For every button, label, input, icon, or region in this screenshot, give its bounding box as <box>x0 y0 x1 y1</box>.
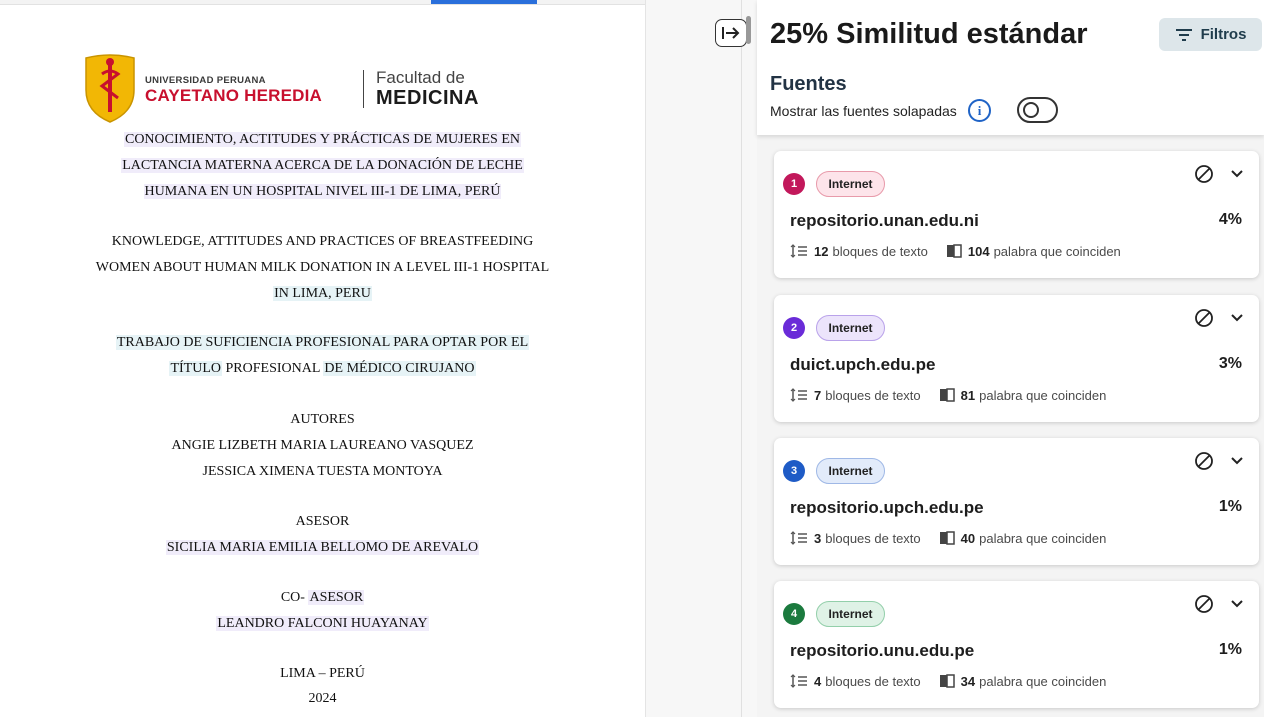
source-percent: 1% <box>1218 498 1242 515</box>
source-percent: 3% <box>1218 355 1242 372</box>
text-blocks-icon <box>790 388 807 402</box>
chevron-down-icon[interactable] <box>1230 167 1244 181</box>
document-viewer[interactable]: UNIVERSIDAD PERUANA CAYETANO HEREDIA Fac… <box>0 0 645 717</box>
panel-header: 25% Similitud estándar Filtros Fuentes M… <box>757 0 1264 135</box>
document-page-indicator <box>431 0 537 4</box>
text-blocks-count: 12 <box>814 243 829 259</box>
matching-words-count: 104 <box>967 243 990 259</box>
faculty-label: Facultad de <box>376 68 465 87</box>
filters-label: Filtros <box>1200 26 1247 43</box>
source-card[interactable]: 2 Internet duict.upch.edu.pe 3% 7 bloque… <box>774 295 1259 422</box>
scrollbar-thumb[interactable] <box>746 16 751 44</box>
matching-words-icon <box>939 674 955 688</box>
source-card[interactable]: 4 Internet repositorio.unu.edu.pe 1% 4 b… <box>774 581 1259 708</box>
text-blocks-icon <box>790 674 807 688</box>
faculty-name: MEDICINA <box>376 87 479 109</box>
matching-words-icon <box>939 388 955 402</box>
authors-label: AUTORES <box>290 412 355 427</box>
year: 2024 <box>308 691 337 706</box>
source-type-badge: Internet <box>816 458 885 484</box>
exclude-source-icon[interactable] <box>1194 451 1214 471</box>
exclude-source-icon[interactable] <box>1194 594 1214 614</box>
text-blocks-label: bloques de texto <box>825 530 921 546</box>
exclude-source-icon[interactable] <box>1194 164 1214 184</box>
document-top-bar <box>0 0 645 5</box>
source-number-badge: 3 <box>783 460 805 482</box>
advisor-name: SICILIA MARIA EMILIA BELLOMO DE AREVALO <box>165 540 480 555</box>
chevron-down-icon[interactable] <box>1230 454 1244 468</box>
chevron-down-icon[interactable] <box>1230 311 1244 325</box>
sources-heading: Fuentes <box>770 73 847 95</box>
text-blocks-label: bloques de texto <box>825 673 921 689</box>
text-blocks-icon <box>790 531 807 545</box>
exclude-source-icon[interactable] <box>1194 308 1214 328</box>
source-domain[interactable]: repositorio.unu.edu.pe <box>790 641 974 661</box>
text-blocks-count: 4 <box>814 673 822 689</box>
title-es-line-1: CONOCIMIENTO, ACTITUDES Y PRÁCTICAS DE M… <box>123 132 521 147</box>
place: LIMA – PERÚ <box>280 666 365 681</box>
chevron-down-icon[interactable] <box>1230 597 1244 611</box>
matching-words-count: 81 <box>960 387 976 403</box>
advisor-label: ASESOR <box>295 514 350 529</box>
source-meta: 3 bloques de texto 40 palabra que coinci… <box>790 530 1106 546</box>
source-meta: 12 bloques de texto 104 palabra que coin… <box>790 243 1121 259</box>
source-meta: 4 bloques de texto 34 palabra que coinci… <box>790 673 1106 689</box>
similarity-panel: 25% Similitud estándar Filtros Fuentes M… <box>757 0 1264 717</box>
work-type-line-1: TRABAJO DE SUFICIENCIA PROFESIONAL PARA … <box>115 335 530 350</box>
matching-words-icon <box>939 531 955 545</box>
toggle-knob <box>1023 102 1039 118</box>
source-percent: 4% <box>1218 211 1242 228</box>
source-card[interactable]: 3 Internet repositorio.upch.edu.pe 1% 3 … <box>774 438 1259 565</box>
title-en-line-1: KNOWLEDGE, ATTITUDES AND PRACTICES OF BR… <box>111 234 534 249</box>
overlap-sources-label: Mostrar las fuentes solapadas <box>770 103 957 119</box>
source-number-badge: 1 <box>783 173 805 195</box>
source-domain[interactable]: duict.upch.edu.pe <box>790 355 935 375</box>
title-es-line-3: HUMANA EN UN HOSPITAL NIVEL III-1 DE LIM… <box>143 184 502 199</box>
source-type-badge: Internet <box>816 315 885 341</box>
text-blocks-icon <box>790 244 807 258</box>
university-name-small: UNIVERSIDAD PERUANA <box>145 75 266 86</box>
source-percent: 1% <box>1218 641 1242 658</box>
source-number-badge: 4 <box>783 603 805 625</box>
source-type-badge: Internet <box>816 171 885 197</box>
gutter-divider <box>741 0 742 717</box>
matching-words-icon <box>946 244 962 258</box>
collapse-arrow-icon <box>722 27 740 39</box>
matching-words-label: palabra que coinciden <box>979 387 1107 403</box>
source-domain[interactable]: repositorio.unan.edu.ni <box>790 211 979 231</box>
work-type-line-2: TÍTULO PROFESIONAL DE MÉDICO CIRUJANO <box>169 361 476 376</box>
text-blocks-label: bloques de texto <box>825 387 921 403</box>
source-domain[interactable]: repositorio.upch.edu.pe <box>790 498 984 518</box>
similarity-title: 25% Similitud estándar <box>770 18 1088 50</box>
logo-divider <box>363 70 364 108</box>
matching-words-count: 34 <box>960 673 976 689</box>
title-en-line-3: IN LIMA, PERU <box>273 286 372 301</box>
collapse-panel-button[interactable] <box>715 19 747 47</box>
info-icon[interactable]: i <box>968 99 991 122</box>
overlap-sources-toggle[interactable] <box>1017 97 1058 123</box>
matching-words-label: palabra que coinciden <box>993 243 1121 259</box>
source-number-badge: 2 <box>783 317 805 339</box>
text-blocks-label: bloques de texto <box>832 243 928 259</box>
matching-words-label: palabra que coinciden <box>979 530 1107 546</box>
university-name: CAYETANO HEREDIA <box>145 86 323 105</box>
source-meta: 7 bloques de texto 81 palabra que coinci… <box>790 387 1106 403</box>
text-blocks-count: 7 <box>814 387 822 403</box>
title-es-line-2: LACTANCIA MATERNA ACERCA DE LA DONACIÓN … <box>121 158 524 173</box>
title-en-line-2: WOMEN ABOUT HUMAN MILK DONATION IN A LEV… <box>95 260 550 275</box>
matching-words-label: palabra que coinciden <box>979 673 1107 689</box>
author-1: ANGIE LIZBETH MARIA LAUREANO VASQUEZ <box>171 438 474 453</box>
university-shield-logo <box>85 54 135 123</box>
filters-button[interactable]: Filtros <box>1159 18 1262 51</box>
matching-words-count: 40 <box>960 530 976 546</box>
source-card[interactable]: 1 Internet repositorio.unan.edu.ni 4% 12… <box>774 151 1259 278</box>
filter-icon <box>1175 28 1192 41</box>
coadvisor-name: LEANDRO FALCONI HUAYANAY <box>216 616 429 631</box>
text-blocks-count: 3 <box>814 530 822 546</box>
source-type-badge: Internet <box>816 601 885 627</box>
coadvisor-label: CO- ASESOR <box>280 590 365 605</box>
author-2: JESSICA XIMENA TUESTA MONTOYA <box>202 464 443 479</box>
